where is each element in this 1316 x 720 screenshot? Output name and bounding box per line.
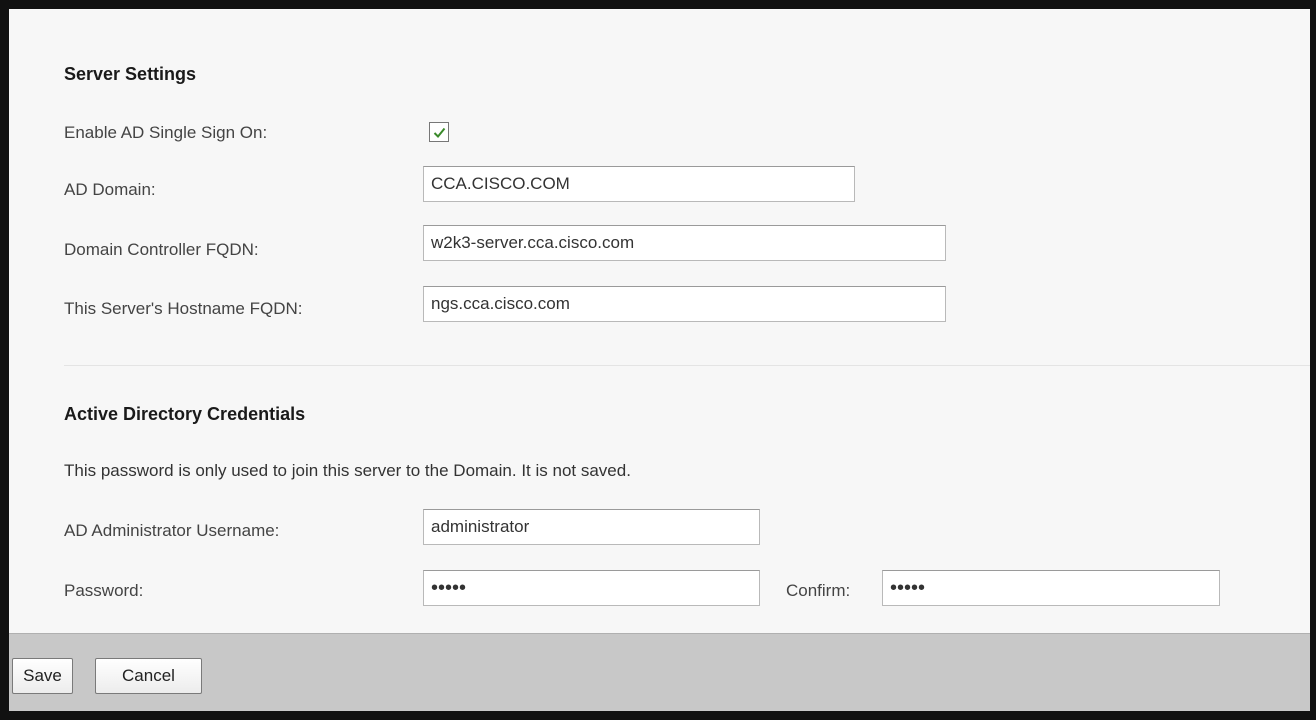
check-icon (433, 127, 445, 138)
ad-username-label: AD Administrator Username: (64, 521, 280, 540)
hostname-fqdn-input[interactable] (423, 286, 946, 322)
settings-panel: Server Settings Enable AD Single Sign On… (9, 9, 1310, 633)
window-frame: Server Settings Enable AD Single Sign On… (0, 0, 1316, 720)
section-divider (64, 365, 1310, 366)
cancel-button[interactable]: Cancel (95, 658, 202, 694)
ad-domain-label: AD Domain: (64, 180, 156, 199)
dc-fqdn-label: Domain Controller FQDN: (64, 240, 259, 259)
password-label: Password: (64, 581, 144, 600)
credentials-heading: Active Directory Credentials (64, 404, 306, 424)
button-bar: Save Cancel (9, 633, 1310, 711)
ad-username-input[interactable] (423, 509, 760, 545)
enable-sso-label: Enable AD Single Sign On: (64, 123, 268, 142)
confirm-password-input[interactable] (882, 570, 1220, 606)
ad-domain-input[interactable] (423, 166, 855, 202)
dc-fqdn-input[interactable] (423, 225, 946, 261)
enable-sso-checkbox[interactable] (429, 122, 449, 142)
save-button[interactable]: Save (12, 658, 73, 694)
confirm-label: Confirm: (786, 581, 851, 600)
credentials-note: This password is only used to join this … (64, 461, 631, 480)
password-input[interactable] (423, 570, 760, 606)
server-settings-heading: Server Settings (64, 64, 197, 84)
hostname-fqdn-label: This Server's Hostname FQDN: (64, 299, 303, 318)
